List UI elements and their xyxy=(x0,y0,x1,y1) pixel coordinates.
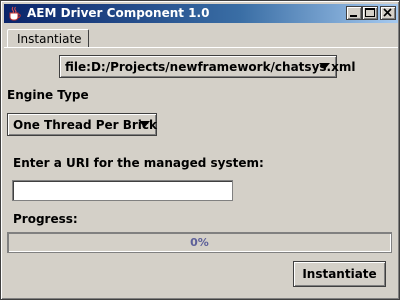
instantiate-button[interactable]: Instantiate xyxy=(293,261,386,287)
chevron-down-icon xyxy=(319,63,330,70)
close-icon xyxy=(383,8,392,17)
uri-input[interactable] xyxy=(12,180,233,201)
minimize-button[interactable] xyxy=(346,6,362,20)
file-select[interactable]: file:D:/Projects/newframework/chatsys.xm… xyxy=(59,55,355,78)
uri-label: Enter a URI for the managed system: xyxy=(13,156,264,170)
tab-instantiate[interactable]: Instantiate xyxy=(7,29,89,48)
app-window: AEM Driver Component 1.0 Instantiate fil… xyxy=(0,0,400,300)
title-bar[interactable]: AEM Driver Component 1.0 xyxy=(4,4,398,23)
engine-type-select[interactable]: One Thread Per Brick xyxy=(7,113,157,136)
progress-percent: 0% xyxy=(190,236,209,249)
maximize-icon xyxy=(365,8,375,17)
close-button[interactable] xyxy=(380,6,396,20)
chevron-down-icon xyxy=(139,121,150,128)
window-title: AEM Driver Component 1.0 xyxy=(27,6,210,20)
tab-label: Instantiate xyxy=(17,32,82,46)
minimize-icon xyxy=(350,15,357,17)
maximize-button[interactable] xyxy=(362,6,378,20)
engine-type-value: One Thread Per Brick xyxy=(13,118,158,132)
file-select-value: file:D:/Projects/newframework/chatsys.xm… xyxy=(65,60,356,74)
engine-type-label: Engine Type xyxy=(7,88,89,102)
progress-label: Progress: xyxy=(13,212,78,226)
java-cup-icon[interactable] xyxy=(7,6,23,21)
progress-bar: 0% xyxy=(7,232,392,253)
